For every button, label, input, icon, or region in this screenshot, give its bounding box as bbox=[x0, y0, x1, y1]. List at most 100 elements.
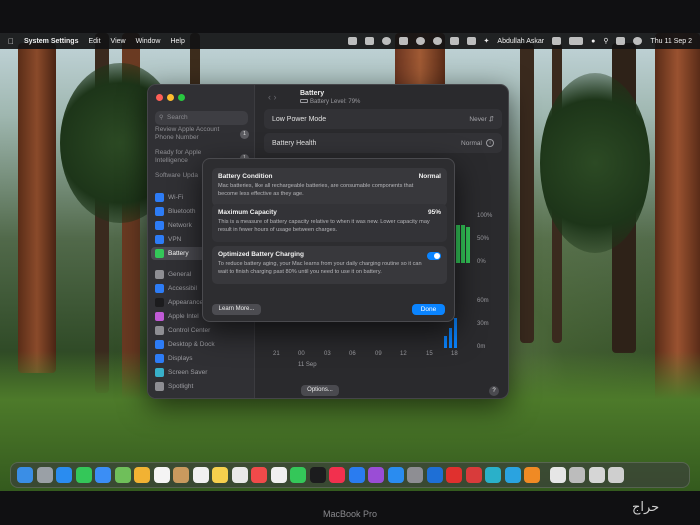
status-icon[interactable] bbox=[398, 37, 408, 45]
bluetooth-icon bbox=[155, 207, 164, 216]
help-button[interactable]: ? bbox=[489, 386, 499, 396]
facetime-icon[interactable] bbox=[290, 467, 306, 483]
outlook-icon[interactable] bbox=[426, 467, 443, 483]
sidebar-item-control-center[interactable]: Control Center bbox=[151, 324, 251, 337]
apple-account-line: Review Apple Account bbox=[155, 126, 220, 133]
document-icon[interactable] bbox=[549, 467, 566, 483]
contacts-icon[interactable] bbox=[173, 467, 189, 483]
reminders-icon[interactable] bbox=[192, 467, 209, 483]
battery-icon bbox=[155, 249, 164, 258]
done-button[interactable]: Done bbox=[412, 304, 445, 315]
learn-more-button[interactable]: Learn More... bbox=[212, 304, 261, 315]
window-icon[interactable] bbox=[588, 467, 605, 483]
vlc-icon[interactable] bbox=[524, 467, 540, 483]
menu-clock[interactable]: Thu 11 Sep 2 bbox=[650, 38, 692, 45]
user-name[interactable]: Abdullah Askar bbox=[497, 38, 544, 45]
minimize-window-button[interactable] bbox=[167, 94, 174, 101]
info-icon[interactable]: i bbox=[486, 139, 494, 147]
search-field[interactable]: ⚲ Search bbox=[155, 111, 248, 125]
podcasts-icon[interactable] bbox=[368, 467, 384, 483]
status-icon[interactable] bbox=[449, 37, 459, 45]
safari-icon[interactable] bbox=[56, 467, 72, 483]
back-forward-icon[interactable]: ‹ › bbox=[268, 92, 277, 102]
battery-condition-card: Battery Condition Normal Mac batteries, … bbox=[212, 168, 447, 206]
telegram-icon[interactable] bbox=[504, 467, 521, 483]
battery-status-icon[interactable] bbox=[569, 37, 584, 45]
music-icon[interactable] bbox=[329, 467, 345, 483]
battery-level-label: Battery Level: 79% bbox=[300, 99, 360, 105]
desktop-dock-icon bbox=[155, 340, 164, 349]
wifi-status-icon[interactable]: ● bbox=[591, 38, 595, 45]
status-icon[interactable] bbox=[364, 37, 374, 45]
appletv-icon[interactable] bbox=[309, 467, 326, 483]
photos-icon[interactable] bbox=[134, 467, 150, 483]
app-menu[interactable]: System Settings bbox=[24, 38, 78, 45]
maps-icon[interactable] bbox=[114, 467, 131, 483]
messages-icon[interactable] bbox=[75, 467, 92, 483]
pdf-icon[interactable] bbox=[465, 467, 482, 483]
apple-account-notice[interactable]: Review Apple Account Phone Number bbox=[155, 126, 239, 142]
input-source-icon[interactable] bbox=[552, 37, 562, 45]
usage-bar bbox=[444, 336, 447, 348]
appstore-icon[interactable] bbox=[387, 467, 404, 483]
system-settings-icon[interactable] bbox=[407, 467, 423, 483]
news-icon[interactable] bbox=[251, 467, 267, 483]
battery-level-bar bbox=[461, 225, 465, 263]
trash-icon[interactable] bbox=[608, 467, 624, 483]
spotlight-icon[interactable]: ⚲ bbox=[603, 37, 608, 45]
sidebar-item-spotlight[interactable]: Spotlight bbox=[151, 380, 251, 393]
wifi-icon bbox=[155, 193, 164, 202]
zoom-window-button[interactable] bbox=[178, 94, 185, 101]
tree-canopy bbox=[540, 73, 650, 253]
hour-tick: 21 bbox=[273, 351, 280, 357]
menu-help[interactable]: Help bbox=[170, 38, 184, 45]
control-center-icon[interactable] bbox=[616, 37, 626, 45]
acrobat-icon[interactable] bbox=[446, 467, 462, 483]
sidebar-item-label: Apple Intel bbox=[168, 313, 199, 320]
spotlight-icon bbox=[155, 382, 164, 391]
menu-bar-extras: ✦ Abdullah Askar ● ⚲ Thu 11 Sep 2 bbox=[347, 37, 692, 45]
menu-window[interactable]: Window bbox=[136, 38, 161, 45]
siri-icon[interactable] bbox=[633, 37, 643, 45]
status-icon[interactable] bbox=[381, 37, 391, 45]
sidebar-item-displays[interactable]: Displays bbox=[151, 352, 251, 365]
low-power-mode-select[interactable]: Never ⇵ bbox=[469, 115, 494, 123]
close-window-button[interactable] bbox=[156, 94, 163, 101]
sidebar-item-label: General bbox=[168, 271, 192, 278]
edge-icon[interactable] bbox=[485, 467, 501, 483]
battery-health-label: Battery Health bbox=[272, 139, 317, 147]
status-icon[interactable] bbox=[415, 37, 425, 45]
options-button[interactable]: Options... bbox=[301, 385, 339, 396]
folder-icon[interactable] bbox=[569, 467, 585, 483]
search-icon: ⚲ bbox=[159, 115, 164, 121]
battery-level-bar bbox=[466, 227, 470, 263]
sidebar-item-screen-saver[interactable]: Screen Saver bbox=[151, 366, 251, 379]
date-label: 11 Sep bbox=[298, 362, 317, 368]
battery-condition-value: Normal bbox=[418, 173, 441, 180]
freeform-icon[interactable] bbox=[270, 467, 287, 483]
bluetooth-icon[interactable]: ✦ bbox=[484, 37, 490, 45]
usage-bar bbox=[454, 318, 457, 348]
launchpad-icon[interactable] bbox=[36, 467, 53, 483]
maximum-capacity-title: Maximum Capacity bbox=[218, 209, 277, 216]
accessibility-icon bbox=[155, 284, 164, 293]
finder-icon[interactable] bbox=[17, 467, 33, 483]
sidebar-item-desktop-dock[interactable]: Desktop & Dock bbox=[151, 338, 251, 351]
status-icon[interactable] bbox=[347, 37, 357, 45]
notes-icon[interactable] bbox=[212, 467, 228, 483]
status-icon[interactable] bbox=[466, 37, 476, 45]
chrome-icon[interactable] bbox=[231, 467, 248, 483]
status-icon[interactable] bbox=[432, 37, 442, 45]
menu-bar:  System Settings Edit View Window Help … bbox=[0, 33, 700, 49]
hour-tick: 15 bbox=[426, 351, 433, 357]
displays-icon bbox=[155, 354, 164, 363]
optimized-charging-toggle[interactable] bbox=[427, 252, 441, 260]
keynote-icon[interactable] bbox=[348, 467, 365, 483]
mail-icon[interactable] bbox=[95, 467, 111, 483]
menu-edit[interactable]: Edit bbox=[88, 38, 100, 45]
hour-tick: 09 bbox=[375, 351, 382, 357]
menu-view[interactable]: View bbox=[111, 38, 126, 45]
apple-menu-icon[interactable]:  bbox=[8, 37, 14, 46]
usage-tick: 60m bbox=[477, 298, 489, 304]
calendar-icon[interactable] bbox=[153, 467, 170, 483]
